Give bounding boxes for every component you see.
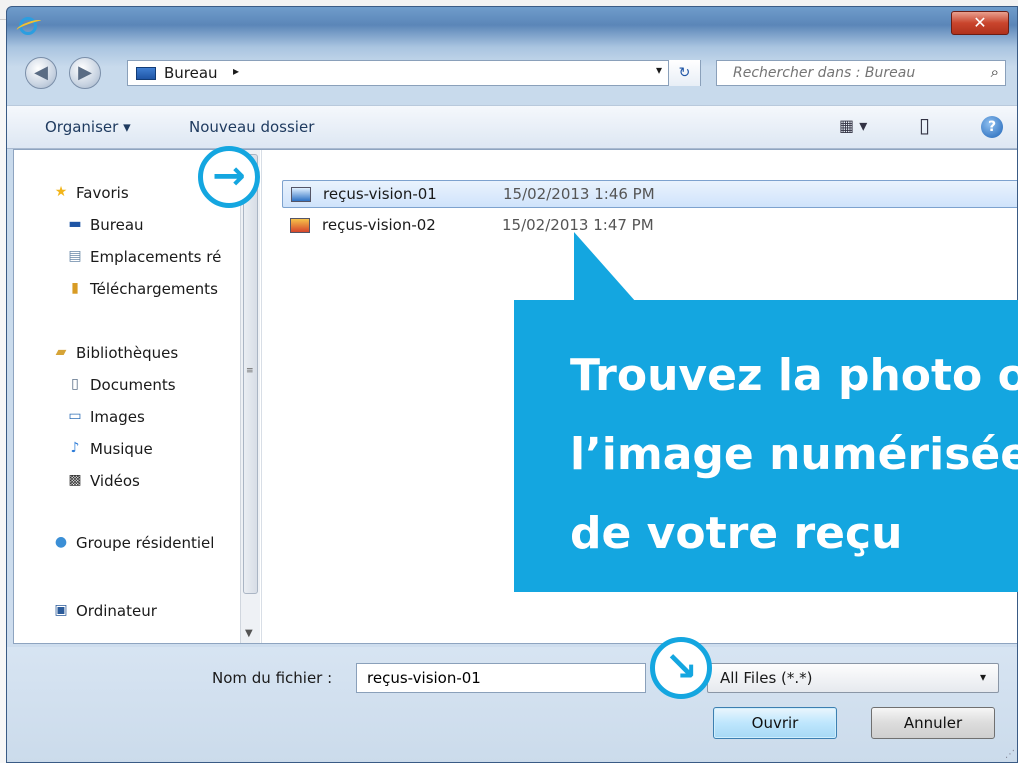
- nav-item-icon: ▰: [55, 344, 67, 360]
- file-type-select[interactable]: All Files (*.*) ▾: [707, 663, 999, 693]
- address-location[interactable]: Bureau: [164, 64, 218, 82]
- sidebar-item-label: Téléchargements: [90, 280, 218, 298]
- nav-item-icon: ▮: [71, 280, 79, 296]
- address-dropdown-icon[interactable]: ▾: [656, 63, 662, 77]
- search-input[interactable]: [717, 61, 977, 85]
- file-type-value: All Files (*.*): [720, 669, 813, 687]
- nav-item-icon: ●: [54, 534, 68, 550]
- search-icon[interactable]: ⌕: [991, 63, 999, 81]
- arrow-down-right-marker-icon: ↘: [650, 637, 712, 699]
- view-options-icon[interactable]: ▦ ▾: [839, 116, 867, 135]
- file-row[interactable]: reçus-vision-02 15/02/2013 1:47 PM: [282, 212, 1017, 240]
- cancel-button[interactable]: Annuler: [871, 707, 995, 739]
- nav-item-icon: ▬: [68, 216, 82, 232]
- stage: ✕ ◀ ▶ Bureau ▸ ▾ ↻ ⌕ Organiser ▾ Nouveau…: [0, 0, 1018, 763]
- sidebar-item-label: Favoris: [76, 184, 129, 202]
- image-file-icon: [290, 218, 310, 233]
- organize-button[interactable]: Organiser ▾: [45, 118, 131, 136]
- sidebar-item-label: Emplacements ré: [90, 248, 222, 266]
- new-folder-button[interactable]: Nouveau dossier: [189, 118, 314, 136]
- file-date: 15/02/2013 1:46 PM: [503, 185, 655, 203]
- resize-grip-icon[interactable]: ⋰: [1005, 749, 1015, 760]
- callout-tail: [574, 232, 636, 302]
- arrow-right-marker-icon: →: [198, 146, 260, 208]
- scroll-grip-icon: ≡: [246, 366, 254, 376]
- scroll-down-icon[interactable]: ▼: [245, 628, 253, 639]
- sidebar-item-label: Images: [90, 408, 145, 426]
- sidebar-item-label: Bibliothèques: [76, 344, 179, 362]
- nav-item-icon: ▯: [71, 376, 79, 392]
- tutorial-callout: Trouvez la photo ou l’image numérisée de…: [514, 300, 1018, 592]
- address-bar[interactable]: Bureau ▸ ▾ ↻: [127, 60, 701, 86]
- sidebar-item-label: Ordinateur: [76, 602, 157, 620]
- nav-item-icon: ▩: [68, 472, 82, 488]
- breadcrumb-arrow-icon[interactable]: ▸: [233, 64, 239, 78]
- nav-item-icon: ▤: [68, 248, 82, 264]
- navigation-pane: ★ Favoris ▬ Bureau ▤ Emplacements ré ▮ Téléchar…: [14, 150, 262, 643]
- search-box[interactable]: ⌕: [716, 60, 1006, 86]
- bottom-panel: Nom du fichier : All Files (*.*) ▾ Ouvri…: [7, 647, 1017, 762]
- nav-item-icon: ▣: [54, 602, 68, 618]
- address-row: ◀ ▶ Bureau ▸ ▾ ↻ ⌕: [7, 51, 1017, 91]
- help-icon[interactable]: ?: [981, 116, 1003, 138]
- nav-item-icon: ★: [54, 184, 68, 200]
- sidebar-item-label: Groupe résidentiel: [76, 534, 215, 552]
- sidebar-item-label: Documents: [90, 376, 176, 394]
- file-name: reçus-vision-02: [322, 216, 436, 234]
- filename-label: Nom du fichier :: [212, 669, 333, 687]
- callout-text: Trouvez la photo ou l’image numérisée de…: [570, 350, 1018, 559]
- desktop-folder-icon: [136, 67, 156, 80]
- close-button[interactable]: ✕: [951, 11, 1009, 35]
- filename-input[interactable]: [356, 663, 646, 693]
- preview-pane-icon[interactable]: ▯: [919, 113, 930, 137]
- back-button[interactable]: ◀: [25, 57, 57, 89]
- nav-item-icon: ♪: [70, 440, 80, 456]
- sidebar-item-label: Vidéos: [90, 472, 140, 490]
- command-bar: Organiser ▾ Nouveau dossier ▦ ▾ ▯ ?: [7, 105, 1017, 149]
- refresh-icon[interactable]: ↻: [668, 60, 700, 86]
- nav-scrollbar[interactable]: ≡ ▼: [240, 150, 260, 643]
- chevron-down-icon[interactable]: ▾: [980, 670, 986, 684]
- ie-icon: [19, 17, 37, 35]
- forward-button[interactable]: ▶: [69, 57, 101, 89]
- sidebar-item-label: Musique: [90, 440, 153, 458]
- nav-item-icon: ▭: [68, 408, 82, 424]
- file-name: reçus-vision-01: [323, 185, 437, 203]
- sidebar-item-label: Bureau: [90, 216, 144, 234]
- file-row[interactable]: reçus-vision-01 15/02/2013 1:46 PM: [282, 180, 1017, 208]
- open-button[interactable]: Ouvrir: [713, 707, 837, 739]
- image-file-icon: [291, 187, 311, 202]
